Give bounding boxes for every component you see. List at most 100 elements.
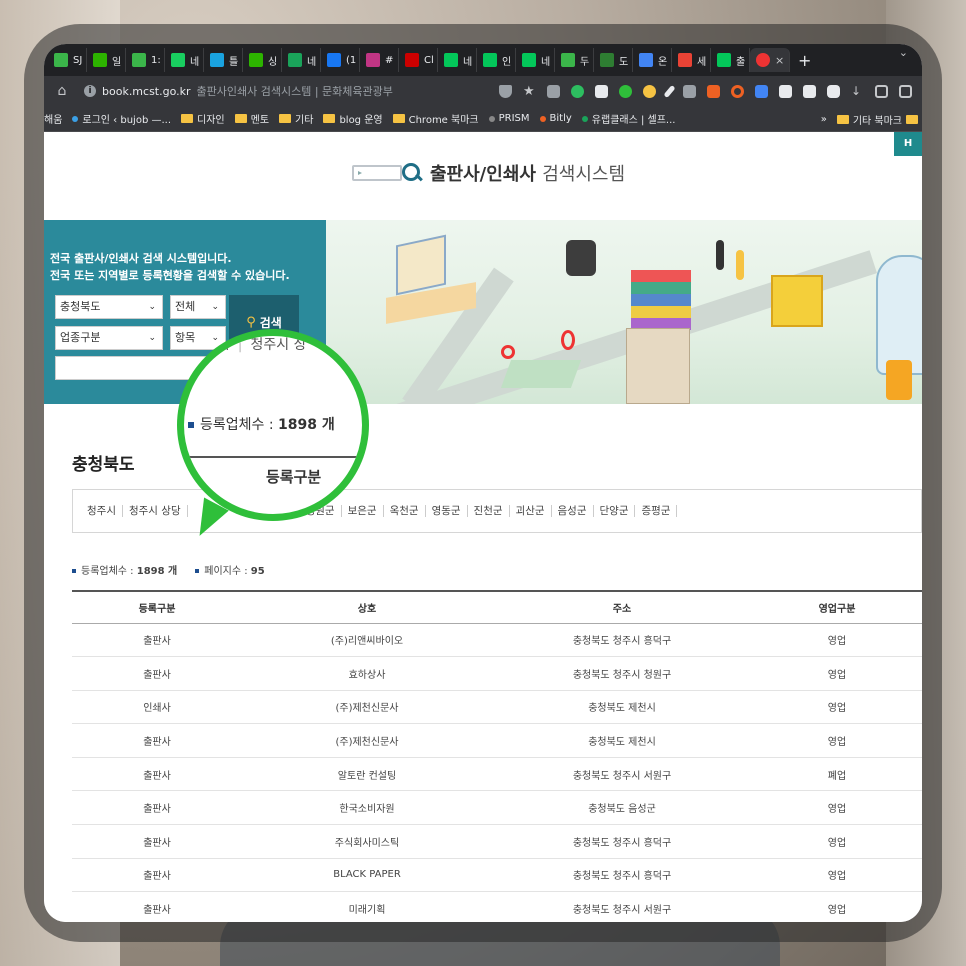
active-tab[interactable]: × bbox=[750, 48, 790, 72]
table-cell[interactable]: (주)제천신문사 bbox=[242, 690, 492, 725]
new-tab-button[interactable]: + bbox=[798, 51, 811, 70]
table-row[interactable]: 출판사 (주)리앤씨바이오 충청북도 청주시 흥덕구 영업 bbox=[72, 623, 922, 658]
browser-tab[interactable]: 네 bbox=[282, 48, 321, 72]
table-cell: 영업 bbox=[752, 656, 922, 691]
browser-tab[interactable]: 온 bbox=[633, 48, 672, 72]
home-icon[interactable]: ⌂ bbox=[54, 83, 70, 99]
browser-tab[interactable]: # bbox=[360, 48, 399, 72]
region-select[interactable]: 충청북도 ⌄ bbox=[55, 295, 163, 319]
browser-tab[interactable]: 틀 bbox=[204, 48, 243, 72]
district-link[interactable]: 단양군 bbox=[594, 505, 636, 517]
district-link[interactable]: 영동군 bbox=[426, 505, 468, 517]
browser-tab[interactable]: (1 bbox=[321, 48, 360, 72]
table-row[interactable]: 출판사 효하상사 충청북도 청주시 청원구 영업 bbox=[72, 656, 922, 691]
browser-tab[interactable]: 출 bbox=[711, 48, 750, 72]
bookmark-item[interactable]: 기타 bbox=[279, 111, 313, 126]
scope-select[interactable]: 전체 ⌄ bbox=[170, 295, 226, 319]
table-cell[interactable]: (주)제천신문사 bbox=[242, 723, 492, 758]
district-link[interactable]: 괴산군 bbox=[510, 505, 552, 517]
extension-ex-icon[interactable] bbox=[707, 84, 720, 98]
site-logo[interactable]: 출판사/인쇄사 검색시스템 bbox=[352, 160, 625, 186]
bookmark-item[interactable]: Chrome 북마크 bbox=[392, 111, 479, 126]
browser-tab[interactable]: SJ bbox=[48, 48, 87, 72]
district-link[interactable]: 음성군 bbox=[552, 505, 594, 517]
table-cell[interactable]: BLACK PAPER bbox=[242, 858, 492, 893]
browser-tab[interactable]: 일 bbox=[87, 48, 126, 72]
extension-d-icon[interactable] bbox=[803, 84, 816, 98]
table-cell[interactable]: 미래기획 bbox=[242, 891, 492, 922]
table-cell: 출판사 bbox=[72, 656, 242, 691]
extension-oo-icon[interactable] bbox=[827, 84, 840, 98]
table-row[interactable]: 인쇄사 (주)제천신문사 충청북도 제천시 영업 bbox=[72, 690, 922, 725]
district-link[interactable]: 증평군 bbox=[635, 505, 678, 517]
type-select[interactable]: 업종구분 ⌄ bbox=[55, 326, 163, 350]
bookmark-item[interactable]: blog 운영 bbox=[323, 111, 383, 126]
table-row[interactable]: 출판사 BLACK PAPER 충청북도 청주시 흥덕구 영업 bbox=[72, 858, 922, 893]
bookmark-item[interactable]: 해움 bbox=[44, 111, 62, 126]
district-link[interactable]: 청주시 상당 bbox=[123, 505, 188, 517]
pocket-icon[interactable] bbox=[547, 84, 560, 98]
bookmark-item[interactable]: 유랩클래스 | 셀프... bbox=[581, 111, 675, 126]
extension-grid-icon[interactable] bbox=[779, 84, 792, 98]
extension-o-icon[interactable] bbox=[731, 84, 744, 98]
h-button[interactable]: H bbox=[894, 132, 922, 156]
other-bookmarks-folder[interactable]: 기타 북마크 bbox=[836, 112, 918, 127]
tab-label: # bbox=[385, 54, 394, 66]
tab-favicon-icon bbox=[366, 53, 380, 67]
banner-illustration bbox=[326, 220, 922, 404]
tab-favicon-icon bbox=[561, 53, 575, 67]
browser-tab[interactable]: 도 bbox=[594, 48, 633, 72]
extension-blue-icon[interactable] bbox=[755, 84, 768, 98]
table-row[interactable]: 출판사 주식회사미스틱 충청북도 청주시 흥덕구 영업 bbox=[72, 824, 922, 859]
extension-i-icon[interactable] bbox=[683, 84, 696, 98]
info-icon[interactable]: i bbox=[84, 85, 96, 97]
browser-tab[interactable]: 네 bbox=[165, 48, 204, 72]
browser-tab[interactable]: 싱 bbox=[243, 48, 282, 72]
cast-icon[interactable] bbox=[875, 84, 888, 98]
browser-tab[interactable]: 1: bbox=[126, 48, 165, 72]
bookmark-item[interactable]: 멘토 bbox=[234, 111, 269, 126]
close-icon[interactable]: × bbox=[775, 54, 784, 67]
table-row[interactable]: 출판사 알토란 컨설팅 충청북도 청주시 서원구 폐업 bbox=[72, 757, 922, 792]
bookmark-item[interactable]: Bitly bbox=[539, 113, 572, 124]
extension-one-icon[interactable] bbox=[619, 84, 632, 98]
table-cell[interactable]: 한국소비자원 bbox=[242, 790, 492, 826]
district-link[interactable]: 청주시 bbox=[87, 505, 123, 517]
camera-icon[interactable] bbox=[899, 84, 912, 98]
result-stats: 등록업체수 : 1898 개 페이지수 : 95 bbox=[72, 562, 265, 577]
bookmark-item[interactable]: PRISM bbox=[488, 113, 530, 124]
table-row[interactable]: 출판사 미래기획 충청북도 청주시 서원구 영업 bbox=[72, 891, 922, 922]
table-cell[interactable]: 알토란 컨설팅 bbox=[242, 757, 492, 792]
table-cell[interactable]: (주)리앤씨바이오 bbox=[242, 623, 492, 658]
browser-tab[interactable]: 인 bbox=[477, 48, 516, 72]
browser-tab[interactable]: 네 bbox=[438, 48, 477, 72]
extension-new-icon[interactable] bbox=[643, 84, 656, 98]
search-icon bbox=[402, 163, 422, 183]
star-icon[interactable]: ★ bbox=[523, 85, 536, 98]
table-cell: 충청북도 청주시 서원구 bbox=[492, 891, 752, 922]
browser-tab[interactable]: 두 bbox=[555, 48, 594, 72]
bookmark-item[interactable]: 로그인 ‹ bujob —... bbox=[72, 111, 171, 126]
district-link[interactable]: 옥천군 bbox=[384, 505, 426, 517]
tab-label: 틀 bbox=[229, 56, 239, 68]
office-icon[interactable] bbox=[595, 84, 608, 98]
browser-tab[interactable]: 세 bbox=[672, 48, 711, 72]
evernote-icon[interactable] bbox=[571, 84, 584, 98]
browser-tab[interactable]: 네 bbox=[516, 48, 555, 72]
bookmark-item[interactable]: 디자인 bbox=[181, 111, 225, 126]
shield-icon[interactable] bbox=[499, 84, 512, 98]
table-row[interactable]: 출판사 (주)제천신문사 충청북도 제천시 영업 bbox=[72, 723, 922, 758]
tab-search-icon[interactable]: ⌄ bbox=[899, 46, 908, 59]
tab-favicon-icon bbox=[171, 53, 185, 67]
browser-tab[interactable]: Cl bbox=[399, 48, 438, 72]
download-icon[interactable]: ↓ bbox=[851, 84, 864, 98]
omnibox[interactable]: i book.mcst.go.kr 출판사인쇄사 검색시스템 | 문화체육관광부 bbox=[84, 80, 393, 102]
folder-icon bbox=[392, 114, 405, 123]
table-cell[interactable]: 효하상사 bbox=[242, 656, 492, 691]
table-cell[interactable]: 주식회사미스틱 bbox=[242, 824, 492, 859]
table-row[interactable]: 출판사 한국소비자원 충청북도 음성군 영업 bbox=[72, 790, 922, 826]
bookmarks-overflow-button[interactable]: » bbox=[821, 114, 827, 125]
pen-icon[interactable] bbox=[663, 84, 676, 98]
tab-label: (1 bbox=[346, 54, 357, 66]
district-link[interactable]: 진천군 bbox=[468, 505, 510, 517]
